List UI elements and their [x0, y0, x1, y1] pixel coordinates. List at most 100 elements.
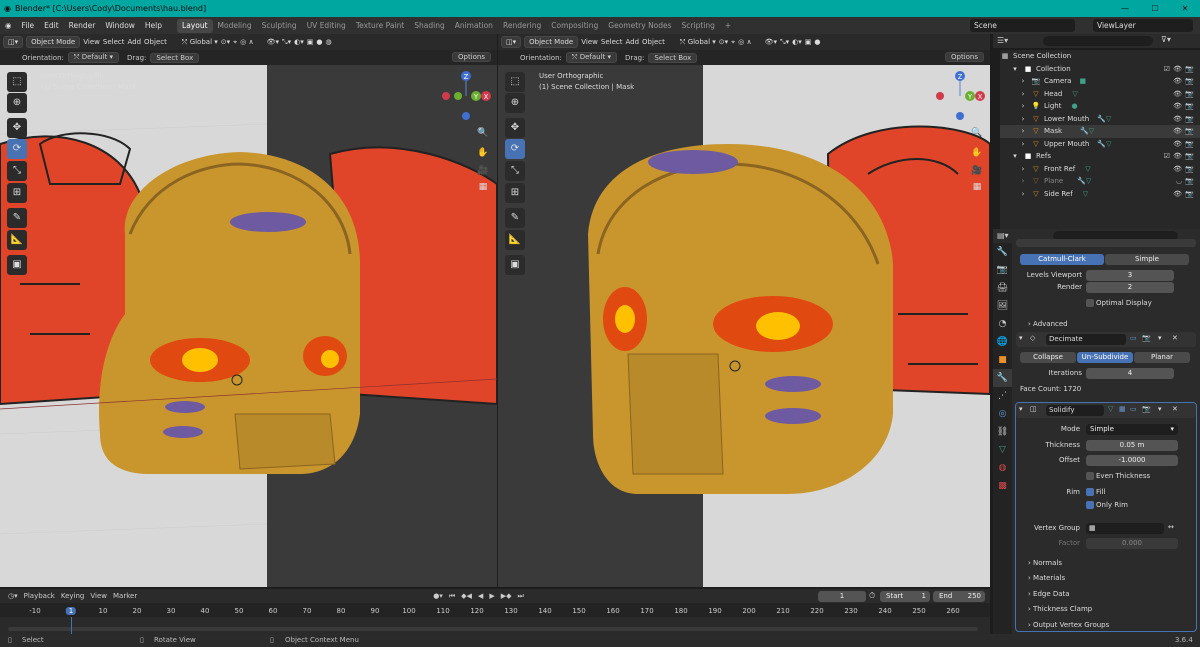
start-frame-field[interactable]: Start 1	[880, 591, 930, 602]
visibility-icon[interactable]: 👁▾	[267, 38, 279, 46]
proportional-edit-icon[interactable]: ◎ ∧	[738, 38, 751, 46]
solidify-name-field[interactable]: Solidify	[1046, 405, 1104, 416]
remove-modifier-icon[interactable]: ✕	[1172, 334, 1178, 342]
timeline-editor-icon[interactable]: ◷▾	[8, 592, 18, 600]
show-render-icon[interactable]: 📷	[1142, 334, 1151, 342]
output-tab-icon[interactable]: 🖨	[993, 279, 1012, 297]
navigation-gizmo[interactable]: Z X Y	[436, 70, 496, 130]
modifier-dropdown-icon[interactable]: ▾	[1158, 405, 1162, 413]
timeline-track[interactable]	[0, 617, 990, 634]
zoom-icon[interactable]: 🔍	[970, 126, 984, 140]
measure-tool[interactable]: 📐	[7, 230, 27, 250]
solidify-mode-dropdown[interactable]: Simple ▾	[1086, 424, 1178, 435]
collapse-button[interactable]: Collapse	[1020, 352, 1076, 363]
object-menu[interactable]: Object	[144, 38, 167, 46]
record-icon[interactable]: ●▾	[433, 592, 443, 600]
outliner-item-camera[interactable]: › 📷 Camera ■ 👁 📷	[1000, 75, 1200, 88]
remove-modifier-icon[interactable]: ✕	[1172, 405, 1178, 413]
tab-texture-paint[interactable]: Texture Paint	[351, 19, 409, 33]
play-icon[interactable]: ▶	[489, 592, 494, 600]
editor-type-icon[interactable]: ◫▾	[3, 36, 24, 48]
next-key-icon[interactable]: ▶◆	[501, 592, 512, 600]
add-cube-tool[interactable]: ▣	[7, 255, 27, 275]
scale-tool[interactable]: ⤡	[505, 161, 525, 181]
transform-orientation-dropdown[interactable]: ⤲ Global ▾	[680, 38, 716, 47]
viewport-right[interactable]: ◫▾ Object Mode View Select Add Object ⤲ …	[498, 34, 990, 587]
materials-section[interactable]: › Materials	[1028, 574, 1065, 582]
shading-solid-icon[interactable]: ●	[316, 38, 322, 46]
visibility-icon[interactable]: 👁▾	[765, 38, 777, 46]
show-viewport-icon[interactable]: ▭	[1130, 334, 1137, 342]
drag-dropdown[interactable]: Select Box	[648, 52, 698, 63]
marker-menu[interactable]: Marker	[113, 592, 137, 600]
tab-compositing[interactable]: Compositing	[546, 19, 603, 33]
timeline-scrollbar[interactable]	[8, 627, 978, 631]
current-frame-marker[interactable]: 1	[65, 607, 77, 615]
rotate-tool[interactable]: ⟳	[7, 139, 27, 159]
navigation-gizmo[interactable]: Z Y X	[930, 70, 990, 130]
modifier-tab-icon[interactable]: 🔧	[993, 369, 1012, 387]
annotate-tool[interactable]: ✎	[505, 208, 525, 228]
material-tab-icon[interactable]: ◍	[993, 459, 1012, 477]
scale-tool[interactable]: ⤡	[7, 161, 27, 181]
outliner-item-collection[interactable]: ▾ ■ Collection ☑ 👁 📷	[1000, 63, 1200, 76]
select-box-tool[interactable]: ⬚	[7, 72, 27, 92]
even-thickness-checkbox[interactable]	[1086, 472, 1094, 480]
outliner-root[interactable]: ▦ Scene Collection	[1000, 50, 1200, 63]
editor-type-icon[interactable]: ◫▾	[501, 36, 522, 48]
invert-vertex-group-icon[interactable]: ↔	[1168, 523, 1174, 531]
unsubdivide-button[interactable]: Un-Subdivide	[1077, 352, 1133, 363]
mode-dropdown[interactable]: Object Mode	[524, 36, 579, 48]
outliner-item-head[interactable]: › ▽ Head ▽ 👁 📷	[1000, 88, 1200, 101]
texture-tab-icon[interactable]: ▩	[993, 477, 1012, 495]
data-tab-icon[interactable]: ▽	[993, 441, 1012, 459]
object-tab-icon[interactable]: ■	[993, 351, 1012, 369]
stopwatch-icon[interactable]: ⏱	[869, 591, 875, 601]
jump-end-icon[interactable]: ⏭	[517, 592, 523, 601]
edge-data-section[interactable]: › Edge Data	[1028, 590, 1070, 598]
outliner-item-mask[interactable]: › ▽ Mask 🔧 ▽ 👁 📷	[1000, 125, 1200, 138]
normals-section[interactable]: › Normals	[1028, 559, 1062, 567]
tab-shading[interactable]: Shading	[409, 19, 449, 33]
close-button[interactable]: ✕	[1170, 0, 1200, 17]
overlay-icon[interactable]: ◐▾	[294, 38, 304, 46]
catmull-clark-button[interactable]: Catmull-Clark	[1020, 254, 1104, 265]
menu-window[interactable]: Window	[100, 21, 140, 30]
render-levels-field[interactable]: 2	[1086, 282, 1174, 293]
constraints-tab-icon[interactable]: ⛓	[993, 423, 1012, 441]
playback-menu[interactable]: Playback	[24, 592, 55, 600]
simple-subdiv-button[interactable]: Simple	[1105, 254, 1189, 265]
only-rim-checkbox[interactable]	[1086, 501, 1094, 509]
optimal-display-checkbox[interactable]	[1086, 299, 1094, 307]
camera-render-icon[interactable]: 📷	[1185, 65, 1194, 73]
prev-key-icon[interactable]: ◆◀	[461, 592, 472, 600]
add-cube-tool[interactable]: ▣	[505, 255, 525, 275]
view-menu[interactable]: View	[83, 38, 100, 46]
iterations-field[interactable]: 4	[1086, 368, 1174, 379]
transform-tool[interactable]: ⊞	[7, 183, 27, 203]
pivot-icon[interactable]: ⊙▾	[221, 38, 230, 46]
menu-file[interactable]: File	[17, 21, 40, 30]
menu-help[interactable]: Help	[140, 21, 167, 30]
zoom-icon[interactable]: 🔍	[476, 126, 490, 140]
pan-icon[interactable]: ✋	[476, 146, 490, 160]
measure-tool[interactable]: 📐	[505, 230, 525, 250]
move-tool[interactable]: ✥	[7, 118, 27, 138]
tab-rendering[interactable]: Rendering	[498, 19, 546, 33]
select-box-tool[interactable]: ⬚	[505, 72, 525, 92]
vertex-group-field[interactable]: ▦	[1086, 523, 1164, 534]
tab-sculpting[interactable]: Sculpting	[257, 19, 302, 33]
modifier-dropdown-icon[interactable]: ▾	[1158, 334, 1162, 342]
xray-icon[interactable]: ▣	[307, 38, 314, 46]
transform-tool[interactable]: ⊞	[505, 183, 525, 203]
rotate-tool[interactable]: ⟳	[505, 139, 525, 159]
render-tab-icon[interactable]: 📷	[993, 261, 1012, 279]
outliner-editor-icon[interactable]: ☰▾	[997, 36, 1008, 45]
cursor-tool[interactable]: ⊕	[505, 93, 525, 113]
shading-material-icon[interactable]: ◍	[325, 38, 331, 46]
planar-button[interactable]: Planar	[1134, 352, 1190, 363]
world-tab-icon[interactable]: 🌐	[993, 333, 1012, 351]
outliner-item-refs[interactable]: ▾ ■ Refs ☑ 👁 📷	[1000, 150, 1200, 163]
move-tool[interactable]: ✥	[505, 118, 525, 138]
edit-mode-icon[interactable]: ▦	[1119, 405, 1126, 413]
